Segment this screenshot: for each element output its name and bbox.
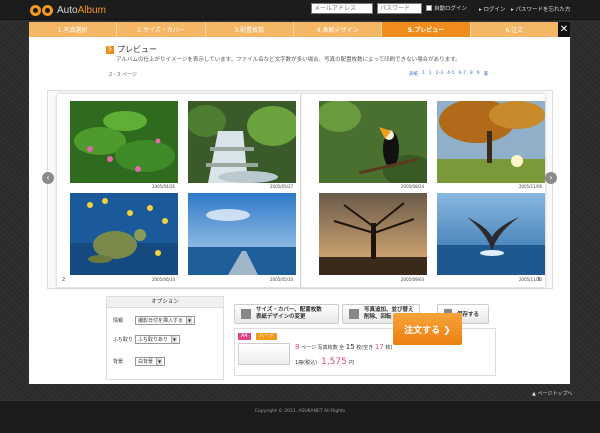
- main-panel: 1.写真選択 2.サイズ・カバー 3.配置枚数 4.表紙デザイン 5.プレビュー…: [29, 22, 570, 384]
- option-label: 情報: [113, 318, 124, 324]
- info-select[interactable]: 撮影日付を挿入する ▼: [135, 316, 196, 325]
- album-preview: 2005/04/26 2005/05/27 2005/06/10 2005/05…: [47, 90, 553, 289]
- album-spread: 2005/04/26 2005/05/27 2005/06/10 2005/05…: [57, 94, 545, 287]
- chevron-down-icon: ▼: [186, 317, 193, 324]
- photo-date: 2005/08/24: [401, 184, 425, 189]
- photo-date: 2005/04/26: [152, 184, 176, 189]
- pager-link[interactable]: 1: [429, 71, 432, 77]
- section-description: アルバムの仕上がりイメージを表示しています。ファイル名など文字数が多い場合、写真…: [116, 57, 461, 63]
- logo-circle-icon: [42, 5, 53, 16]
- photo-flowers: [70, 101, 178, 183]
- option-border-row: ふち取り ふち取りあり ▼: [113, 335, 180, 344]
- step-progress: 1.写真選択 2.サイズ・カバー 3.配置枚数 4.表紙デザイン 5.プレビュー…: [29, 22, 559, 37]
- option-label: ふち取り: [113, 337, 133, 343]
- remember-checkbox[interactable]: [426, 5, 432, 11]
- photo-date: 2005/09/03: [401, 277, 425, 282]
- pager-link[interactable]: 8: [470, 71, 473, 77]
- photo-date: 2005/05/27: [270, 184, 294, 189]
- change-settings-button[interactable]: サイズ・カバー、配置枚数 表紙デザインの変更: [234, 304, 339, 324]
- photo-sunset-tree: [319, 193, 427, 275]
- layout-icon: [241, 309, 251, 319]
- step-order[interactable]: 6.注文: [470, 22, 559, 37]
- option-background-row: 背景 白背景 ▼: [113, 357, 166, 366]
- pager-link[interactable]: 9: [477, 71, 480, 77]
- site-header: AutoAlbum 自動ログイン ▸ ログイン ▸ パスワードを忘れた方: [0, 0, 600, 20]
- photo-whale-tail: [437, 193, 545, 275]
- logo-text: AutoAlbum: [57, 5, 106, 16]
- email-input[interactable]: [311, 3, 373, 14]
- price-value: 1,575: [321, 357, 347, 367]
- forgot-password-link[interactable]: ▸ パスワードを忘れた方: [511, 5, 571, 13]
- option-label: 背景: [113, 359, 124, 365]
- step-photo-select[interactable]: 1.写真選択: [29, 22, 118, 37]
- grid-icon: [349, 309, 359, 319]
- photo-date: 2005/06/10: [152, 277, 176, 282]
- site-footer: [0, 400, 600, 433]
- photo-date: 2005/11/06: [519, 184, 543, 189]
- next-page-button[interactable]: ›: [545, 172, 557, 184]
- pager-link[interactable]: 2-3: [436, 71, 443, 77]
- page-indicator: 2 - 3 ページ: [109, 72, 137, 78]
- step-preview: 5.プレビュー: [382, 22, 471, 37]
- photo-sea-turtle: [70, 193, 178, 275]
- section-title: 5 プレビュー: [106, 44, 157, 55]
- chevron-down-icon: ▼: [156, 358, 163, 365]
- step-cover-design[interactable]: 4.表紙デザイン: [293, 22, 383, 37]
- options-panel: オプション 情報 撮影日付を挿入する ▼ ふち取り ふち取りあり ▼ 背景 白背景 ▼: [106, 296, 224, 380]
- prev-page-button[interactable]: ‹: [42, 172, 54, 184]
- photo-sky-sea: [188, 193, 296, 275]
- pager-link[interactable]: 4-5: [447, 71, 454, 77]
- page-pager: 表紙 1 1 2-3 4-5 6-7 8 9 裏: [409, 71, 488, 77]
- page-number-left: 2: [62, 277, 66, 283]
- copyright-text: Copyright © 2011. ASUKANET All Rights: [254, 409, 346, 414]
- pager-link[interactable]: 1: [422, 71, 425, 77]
- album-thumbnail: [238, 343, 290, 365]
- autoalbum-logo[interactable]: AutoAlbum: [30, 4, 106, 17]
- close-button[interactable]: ✕: [558, 22, 570, 37]
- step-size-cover[interactable]: 2.サイズ・カバー: [117, 22, 206, 37]
- photo-toucan: [319, 101, 427, 183]
- pages-photos-info: 8 ページ 写真枚数 全 15 枚(空き 17 枚): [295, 343, 393, 351]
- photo-date: 2005/05/10: [270, 277, 294, 282]
- logo-circle-icon: [30, 5, 41, 16]
- border-select[interactable]: ふち取りあり ▼: [135, 335, 180, 344]
- page-title: プレビュー: [117, 45, 157, 54]
- cover-tag: ハード: [256, 333, 278, 340]
- size-tag: A4: [238, 333, 251, 340]
- step-layout-count[interactable]: 3.配置枚数: [205, 22, 294, 37]
- pager-link[interactable]: 6-7: [458, 71, 465, 77]
- password-input[interactable]: [377, 3, 422, 14]
- page-top-link[interactable]: ▲ ページトップへ: [532, 390, 572, 397]
- background-select[interactable]: 白背景 ▼: [135, 357, 166, 366]
- page-number-right: 3: [537, 277, 541, 283]
- pager-link[interactable]: 裏: [484, 71, 489, 77]
- options-title: オプション: [107, 297, 223, 308]
- photo-autumn-tree: [437, 101, 545, 183]
- price-info: 1冊(税込) 1,575 円: [295, 357, 354, 367]
- login-link[interactable]: ▸ ログイン: [479, 5, 506, 13]
- photo-waterfall: [188, 101, 296, 183]
- order-button[interactable]: 注文する ❯: [393, 313, 462, 345]
- album-spine: [300, 94, 302, 287]
- remember-login[interactable]: 自動ログイン: [426, 4, 467, 12]
- option-info-row: 情報 撮影日付を挿入する ▼: [113, 316, 196, 325]
- chevron-down-icon: ▼: [170, 336, 177, 343]
- section-number: 5: [106, 45, 114, 54]
- pager-link[interactable]: 表紙: [409, 71, 418, 77]
